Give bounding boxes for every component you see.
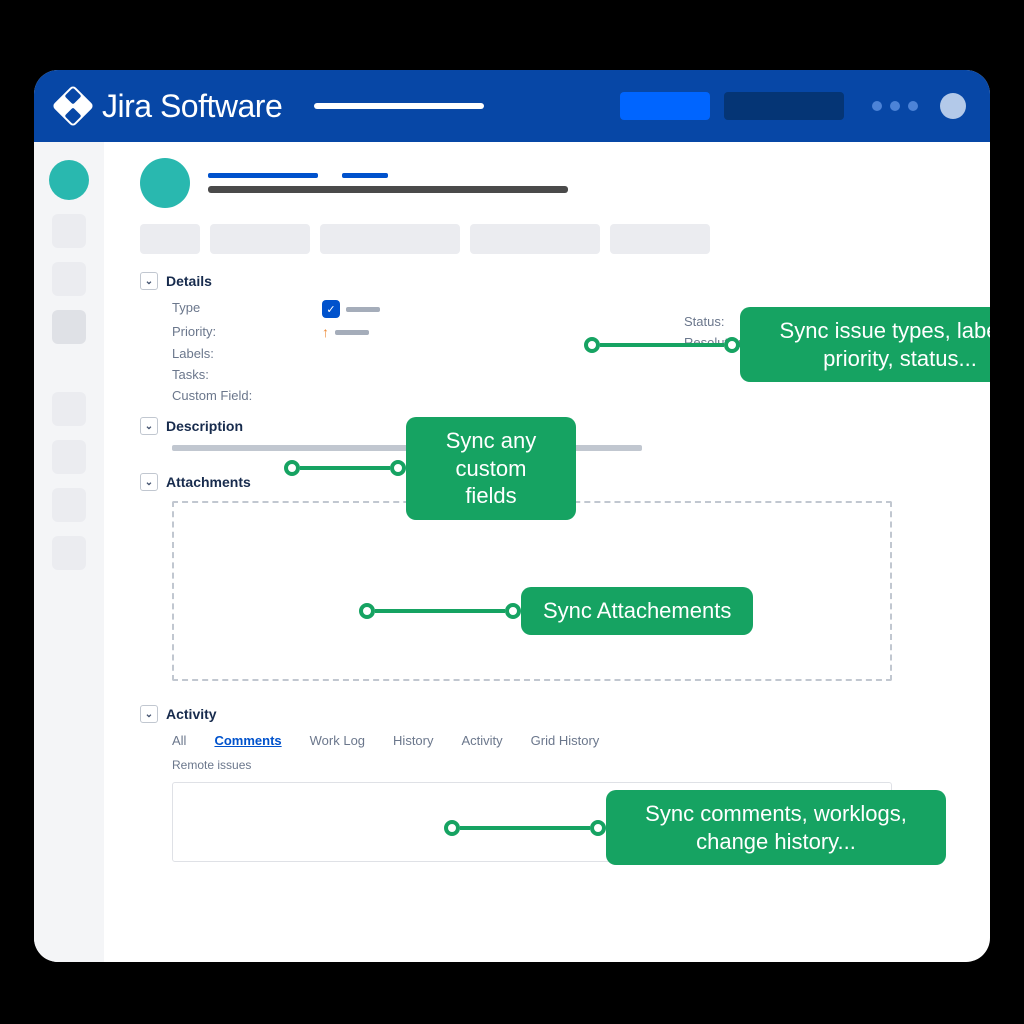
callout-custom-fields: Sync any custom fields <box>284 417 576 520</box>
callout-status: Sync issue types, labels, priority, stat… <box>584 307 990 382</box>
issuetype-icon: ✓ <box>322 300 340 318</box>
sidebar-item[interactable] <box>52 214 86 248</box>
activity-section-header[interactable]: ⌄ Activity <box>140 705 954 723</box>
tab-activity[interactable]: Activity <box>462 733 503 748</box>
header-avatar[interactable] <box>940 93 966 119</box>
tab-all[interactable]: All <box>172 733 186 748</box>
chevron-down-icon[interactable]: ⌄ <box>140 705 158 723</box>
sidebar-item[interactable] <box>52 536 86 570</box>
product-name: Jira Software <box>102 88 282 125</box>
details-title: Details <box>166 273 212 289</box>
callout-dot-icon <box>390 460 406 476</box>
remote-issues-label: Remote issues <box>172 758 954 772</box>
breadcrumb-link[interactable] <box>208 173 318 178</box>
tab-history[interactable]: History <box>393 733 433 748</box>
sidebar-project-avatar[interactable] <box>49 160 89 200</box>
action-button[interactable] <box>140 224 200 254</box>
issue-summary-placeholder <box>208 186 568 193</box>
action-button[interactable] <box>320 224 460 254</box>
action-button[interactable] <box>470 224 600 254</box>
details-section-header[interactable]: ⌄ Details <box>140 272 954 290</box>
callout-dot-icon <box>584 337 600 353</box>
sidebar-item[interactable] <box>52 440 86 474</box>
app-header: Jira Software <box>34 70 990 142</box>
action-button[interactable] <box>610 224 710 254</box>
callout-text: Sync comments, worklogs, change history.… <box>606 790 946 865</box>
field-value-priority: ↑ <box>322 324 522 340</box>
issue-header <box>140 158 954 208</box>
field-label-priority: Priority: <box>172 324 322 340</box>
callout-attachments: Sync Attachements <box>359 587 753 635</box>
field-label-type: Type <box>172 300 322 318</box>
jira-logo-icon <box>52 85 94 127</box>
left-sidebar <box>34 142 104 962</box>
callout-text: Sync issue types, labels, priority, stat… <box>740 307 990 382</box>
jira-window: Jira Software <box>34 70 990 962</box>
activity-title: Activity <box>166 706 217 722</box>
tab-comments[interactable]: Comments <box>214 733 281 748</box>
sidebar-item[interactable] <box>52 392 86 426</box>
field-label-tasks: Tasks: <box>172 367 322 382</box>
action-button-row <box>140 224 954 254</box>
callout-dot-icon <box>444 820 460 836</box>
issue-avatar <box>140 158 190 208</box>
header-placeholder-bar <box>314 103 484 109</box>
sidebar-item-active[interactable] <box>52 310 86 344</box>
callout-dot-icon <box>590 820 606 836</box>
callout-text: Sync any custom fields <box>406 417 576 520</box>
description-title: Description <box>166 418 243 434</box>
callout-dot-icon <box>359 603 375 619</box>
attachments-title: Attachments <box>166 474 251 490</box>
priority-icon: ↑ <box>322 324 329 340</box>
breadcrumb-link[interactable] <box>342 173 388 178</box>
header-menu-dots[interactable] <box>872 101 918 111</box>
header-search-field[interactable] <box>724 92 844 120</box>
callout-dot-icon <box>505 603 521 619</box>
chevron-down-icon[interactable]: ⌄ <box>140 417 158 435</box>
field-value-type: ✓ <box>322 300 522 318</box>
tab-grid-history[interactable]: Grid History <box>531 733 600 748</box>
tab-worklog[interactable]: Work Log <box>310 733 365 748</box>
callout-activity: Sync comments, worklogs, change history.… <box>444 790 946 865</box>
callout-text: Sync Attachements <box>521 587 753 635</box>
callout-dot-icon <box>724 337 740 353</box>
activity-tabs: All Comments Work Log History Activity G… <box>172 733 954 748</box>
sidebar-item[interactable] <box>52 488 86 522</box>
callout-dot-icon <box>284 460 300 476</box>
chevron-down-icon[interactable]: ⌄ <box>140 473 158 491</box>
field-label-custom: Custom Field: <box>172 388 322 403</box>
field-label-labels: Labels: <box>172 346 322 361</box>
action-button[interactable] <box>210 224 310 254</box>
issue-content: ⌄ Details Type ✓ Priority: ↑ Labels: T <box>104 142 990 962</box>
chevron-down-icon[interactable]: ⌄ <box>140 272 158 290</box>
sidebar-item[interactable] <box>52 262 86 296</box>
header-primary-button[interactable] <box>620 92 710 120</box>
